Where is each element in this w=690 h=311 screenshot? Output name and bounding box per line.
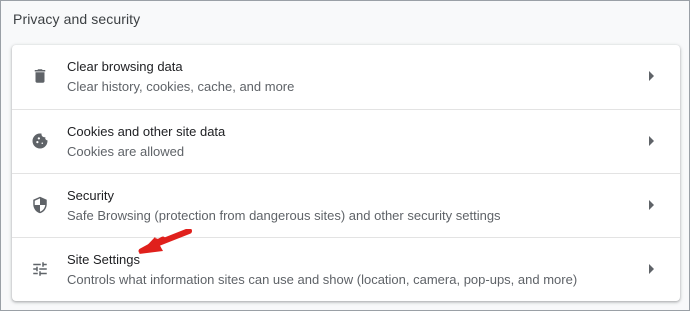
row-description: Clear history, cookies, cache, and more	[67, 79, 295, 94]
row-security[interactable]: Security Safe Browsing (protection from …	[12, 173, 680, 237]
row-label: Clear browsing data	[67, 59, 183, 74]
row-description: Cookies are allowed	[67, 144, 185, 159]
chevron-right-icon	[649, 136, 654, 146]
row-description: Safe Browsing (protection from dangerous…	[67, 208, 501, 223]
chevron-right-icon	[649, 71, 654, 81]
chevron-right-icon	[649, 264, 654, 274]
row-cookies[interactable]: Cookies and other site data Cookies are …	[12, 109, 680, 173]
privacy-security-card: Clear browsing data Clear history, cooki…	[12, 45, 680, 301]
chevron-right-icon	[649, 200, 654, 210]
row-label: Cookies and other site data	[67, 124, 226, 139]
row-site-settings[interactable]: Site Settings Controls what information …	[12, 237, 680, 301]
row-description: Controls what information sites can use …	[67, 272, 578, 287]
cookie-icon	[31, 132, 49, 150]
row-clear-browsing-data[interactable]: Clear browsing data Clear history, cooki…	[12, 45, 680, 109]
settings-window: Privacy and security Clear browsing data…	[0, 0, 690, 311]
shield-icon	[31, 196, 49, 214]
annotation-arrow-icon	[138, 229, 192, 254]
section-title: Privacy and security	[13, 11, 141, 27]
tune-sliders-icon	[31, 260, 49, 278]
row-label: Security	[67, 188, 114, 203]
trash-icon	[31, 67, 49, 85]
